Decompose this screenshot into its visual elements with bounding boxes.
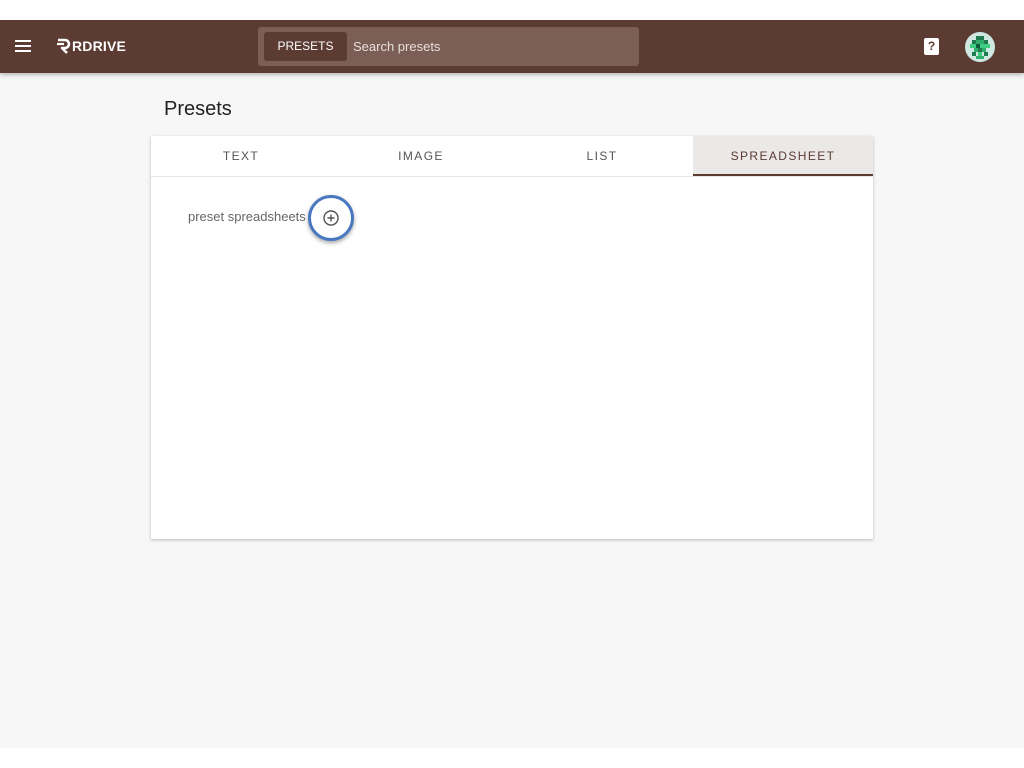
hamburger-menu-icon xyxy=(15,40,31,42)
menu-button[interactable] xyxy=(12,35,34,57)
tab-text[interactable]: TEXT xyxy=(151,136,331,176)
search-bar: PRESETS xyxy=(258,27,639,66)
plus-circle-icon xyxy=(323,210,339,226)
tab-list[interactable]: LIST xyxy=(512,136,692,176)
search-scope-chip[interactable]: PRESETS xyxy=(264,32,347,61)
brand-logo[interactable]: RDRIVE xyxy=(55,36,126,56)
pixel-avatar-icon xyxy=(970,36,990,59)
tab-image[interactable]: IMAGE xyxy=(331,136,511,176)
app-page: RDRIVE PRESETS ? Presets xyxy=(0,20,1024,748)
add-preset-button[interactable] xyxy=(308,195,354,241)
help-icon[interactable]: ? xyxy=(924,38,939,55)
user-avatar[interactable] xyxy=(965,32,995,62)
page-title: Presets xyxy=(164,98,232,120)
top-app-bar: RDRIVE PRESETS ? xyxy=(0,20,1024,73)
preset-tabs: TEXT IMAGE LIST SPREADSHEET xyxy=(151,136,873,177)
tab-spreadsheet[interactable]: SPREADSHEET xyxy=(693,136,873,176)
section-label: preset spreadsheets xyxy=(188,209,306,224)
search-input[interactable] xyxy=(353,32,623,61)
presets-card: TEXT IMAGE LIST SPREADSHEET preset sprea… xyxy=(151,136,873,539)
brand-name: RDRIVE xyxy=(72,38,127,54)
rdrive-logo-icon xyxy=(57,38,71,54)
